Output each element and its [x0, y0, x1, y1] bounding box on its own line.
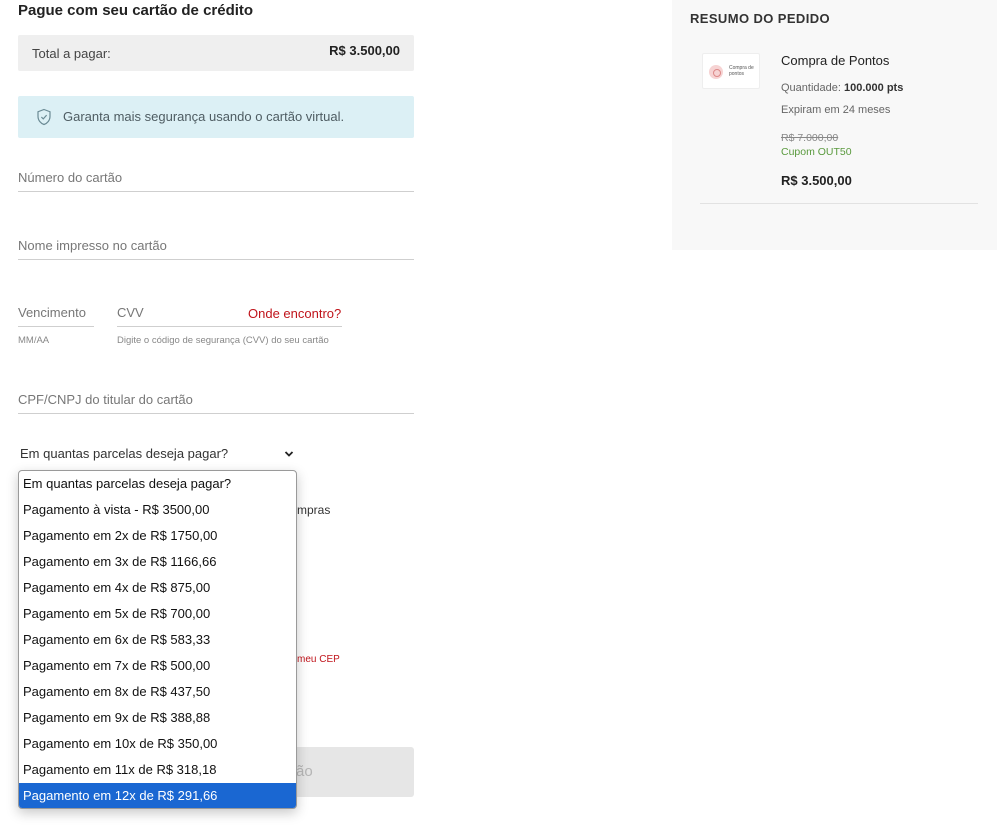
- shield-check-icon: [37, 108, 51, 126]
- security-notice-text: Garanta mais segurança usando o cartão v…: [63, 109, 345, 124]
- total-label: Total a pagar:: [32, 46, 111, 61]
- card-name-input[interactable]: Nome impresso no cartão: [18, 229, 414, 260]
- obscured-text: mpras: [297, 503, 331, 517]
- document-placeholder: CPF/CNPJ do titular do cartão: [18, 392, 193, 407]
- card-name-placeholder: Nome impresso no cartão: [18, 238, 167, 253]
- document-input[interactable]: CPF/CNPJ do titular do cartão: [18, 384, 414, 414]
- installments-select[interactable]: Em quantas parcelas deseja pagar?: [18, 445, 296, 469]
- final-price: R$ 3.500,00: [781, 173, 852, 188]
- product-quantity: Quantidade: 100.000 pts: [781, 82, 903, 94]
- order-summary: RESUMO DO PEDIDO Compra de pontos Compra…: [672, 0, 997, 250]
- security-notice: Garanta mais segurança usando o cartão v…: [18, 96, 414, 138]
- summary-divider: [700, 203, 978, 204]
- installment-option[interactable]: Pagamento em 9x de R$ 388,88: [19, 705, 296, 731]
- cvv-placeholder: CVV: [117, 305, 144, 320]
- cvv-help-link[interactable]: Onde encontro?: [248, 306, 341, 321]
- installments-select-value: Em quantas parcelas deseja pagar?: [20, 446, 229, 461]
- cvv-hint: Digite o código de segurança (CVV) do se…: [117, 335, 329, 346]
- installment-option[interactable]: Pagamento à vista - R$ 3500,00: [19, 497, 296, 523]
- installment-option[interactable]: Pagamento em 2x de R$ 1750,00: [19, 523, 296, 549]
- expiry-placeholder: Vencimento: [18, 305, 86, 320]
- product-thumbnail: Compra de pontos: [702, 53, 760, 89]
- installment-option-highlighted[interactable]: Pagamento em 12x de R$ 291,66: [19, 783, 296, 808]
- summary-title: RESUMO DO PEDIDO: [690, 11, 831, 26]
- installment-option[interactable]: Pagamento em 5x de R$ 700,00: [19, 601, 296, 627]
- submit-button-label: ão: [296, 763, 313, 780]
- cep-link[interactable]: meu CEP: [297, 654, 340, 665]
- chevron-down-icon: [284, 451, 294, 457]
- card-number-placeholder: Número do cartão: [18, 170, 123, 185]
- quantity-value: 100.000 pts: [844, 82, 904, 94]
- page-title: Pague com seu cartão de crédito: [18, 2, 254, 19]
- product-name: Compra de Pontos: [781, 53, 890, 68]
- expiry-input[interactable]: Vencimento: [18, 298, 94, 327]
- quantity-label: Quantidade:: [781, 82, 844, 94]
- installment-option[interactable]: Pagamento em 11x de R$ 318,18: [19, 757, 296, 783]
- points-expiry: Expiram em 24 meses: [781, 104, 891, 116]
- total-to-pay-box: Total a pagar: R$ 3.500,00: [18, 35, 414, 71]
- card-number-input[interactable]: Número do cartão: [18, 162, 414, 192]
- expiry-hint: MM/AA: [18, 335, 50, 346]
- installments-dropdown[interactable]: Em quantas parcelas deseja pagar? Pagame…: [18, 470, 297, 809]
- installment-option[interactable]: Pagamento em 8x de R$ 437,50: [19, 679, 296, 705]
- installment-option[interactable]: Pagamento em 10x de R$ 350,00: [19, 731, 296, 757]
- installment-option[interactable]: Pagamento em 4x de R$ 875,00: [19, 575, 296, 601]
- original-price: R$ 7.000,00: [781, 132, 839, 144]
- points-logo-icon: [709, 65, 723, 79]
- installment-option[interactable]: Pagamento em 7x de R$ 500,00: [19, 653, 296, 679]
- installment-option[interactable]: Pagamento em 3x de R$ 1166,66: [19, 549, 296, 575]
- total-value: R$ 3.500,00: [329, 43, 400, 58]
- thumbnail-text: Compra de pontos: [729, 65, 754, 77]
- coupon-label: Cupom OUT50: [781, 146, 852, 158]
- installment-option[interactable]: Pagamento em 6x de R$ 583,33: [19, 627, 296, 653]
- installment-option[interactable]: Em quantas parcelas deseja pagar?: [19, 471, 296, 497]
